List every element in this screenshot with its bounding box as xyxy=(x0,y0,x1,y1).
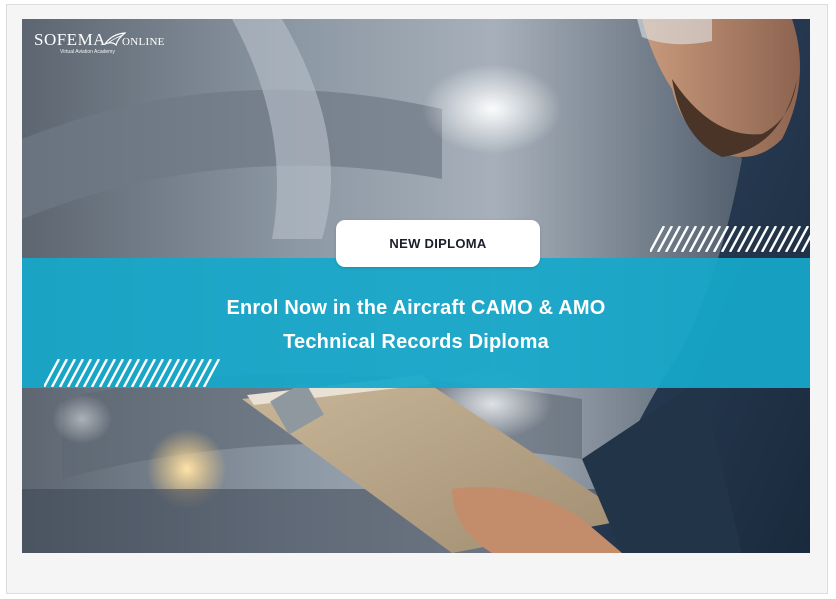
promo-banner-image[interactable]: SOFEMA ONLINE Virtual Aviation Academy N… xyxy=(22,19,810,553)
post-card: SOFEMA ONLINE Virtual Aviation Academy N… xyxy=(6,4,828,594)
logo-brand-second: ONLINE xyxy=(121,36,165,48)
headline-line-1: Enrol Now in the Aircraft CAMO & AMO xyxy=(226,297,606,319)
diagonal-hatch-icon xyxy=(44,359,220,387)
headline-text: Enrol Now in the Aircraft CAMO & AMO Tec… xyxy=(22,291,810,359)
card-footer xyxy=(22,553,810,589)
headline-line-2: Technical Records Diploma xyxy=(283,331,549,353)
new-diploma-badge: NEW DIPLOMA xyxy=(336,220,540,267)
diagonal-hatch-icon xyxy=(650,226,810,252)
sofema-online-logo[interactable]: SOFEMA ONLINE Virtual Aviation Academy xyxy=(34,31,165,55)
logo-tagline: Virtual Aviation Academy xyxy=(60,49,115,55)
logo-brand-main: SOFEMA xyxy=(34,30,106,49)
